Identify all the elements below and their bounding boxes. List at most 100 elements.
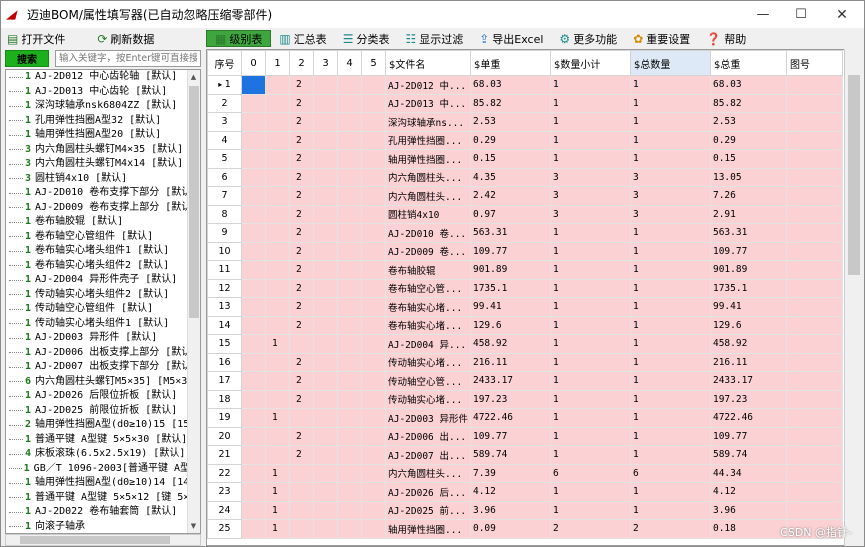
level-cell[interactable] [265,241,290,261]
level-cell[interactable] [313,482,338,502]
unit-weight-cell[interactable]: 0.97 [469,204,551,224]
tree-scroll-thumb[interactable] [189,86,199,318]
level-cell[interactable] [241,297,266,317]
level-cell[interactable] [337,204,362,224]
table-row[interactable]: 15 1 AJ-2D004 异... 458.92 1 1 458.92 [207,334,843,354]
total-weight-cell[interactable]: 109.77 [709,426,787,446]
level-cell[interactable] [361,352,386,372]
unit-weight-cell[interactable]: 458.92 [469,334,551,354]
quantity-subtotal-cell[interactable]: 1 [549,389,631,409]
drawing-number-cell[interactable] [785,204,843,224]
drawing-number-cell[interactable] [785,75,843,95]
unit-weight-cell[interactable]: 7.39 [469,463,551,483]
column-header[interactable]: $总数量 [629,50,711,76]
level-cell[interactable] [241,260,266,280]
quantity-subtotal-cell[interactable]: 1 [549,334,631,354]
filename-cell[interactable]: AJ-2D025 前... [385,500,471,520]
level-cell[interactable] [313,241,338,261]
level-cell[interactable] [265,260,290,280]
total-weight-cell[interactable]: 0.15 [709,149,787,169]
total-weight-cell[interactable]: 99.41 [709,297,787,317]
total-quantity-cell[interactable]: 1 [629,278,711,298]
level-cell[interactable] [337,223,362,243]
level-cell[interactable] [337,186,362,206]
level-cell[interactable] [265,186,290,206]
level-cell[interactable] [313,149,338,169]
level-cell[interactable] [361,186,386,206]
level-cell[interactable] [361,482,386,502]
drawing-number-cell[interactable] [785,93,843,113]
row-number-cell[interactable]: 7 [207,186,242,206]
level-cell[interactable] [313,519,338,539]
level-cell[interactable] [361,426,386,446]
tree-item[interactable]: 3 内六角圆柱头螺钉M4x14 [默认] [6,157,200,172]
total-weight-cell[interactable]: 44.34 [709,463,787,483]
column-header[interactable]: $文件名 [385,50,471,76]
table-row[interactable]: 18 2 传动轴实心堵... 197.23 1 1 197.23 [207,389,843,409]
level-cell[interactable] [265,315,290,335]
level-cell[interactable] [241,389,266,409]
filename-cell[interactable]: AJ-2D004 异... [385,334,471,354]
total-weight-cell[interactable]: 458.92 [709,334,787,354]
scroll-up-icon[interactable]: ▲ [187,70,200,84]
total-weight-cell[interactable]: 589.74 [709,445,787,465]
table-row[interactable]: 14 2 卷布轴实心堵... 129.6 1 1 129.6 [207,315,843,335]
tree-item[interactable]: 1 GB／T 1096-2003[普通平键 A型键 [6,462,200,477]
row-number-cell[interactable]: 19 [207,408,242,428]
level-cell[interactable]: 2 [289,278,314,298]
toolbar-button-0[interactable]: ▦ 级别表 [206,30,272,47]
drawing-number-cell[interactable] [785,389,843,409]
level-cell[interactable] [361,260,386,280]
tree-item[interactable]: 3 圆柱销4x10 [默认] [6,172,200,187]
quantity-subtotal-cell[interactable]: 1 [549,75,631,95]
tree-item[interactable]: 1 AJ-2D013 中心齿轮 [默认] [6,85,200,100]
column-header[interactable]: 序号 [207,50,242,76]
level-cell[interactable] [337,130,362,150]
level-cell[interactable] [265,297,290,317]
level-cell[interactable] [361,500,386,520]
table-row[interactable]: 5 2 轴用弹性挡圈... 0.15 1 1 0.15 [207,149,843,169]
level-cell[interactable]: 2 [289,204,314,224]
drawing-number-cell[interactable] [785,426,843,446]
row-number-cell[interactable]: 22 [207,463,242,483]
level-cell[interactable] [361,112,386,132]
level-cell[interactable]: 1 [265,463,290,483]
total-quantity-cell[interactable]: 3 [629,186,711,206]
filename-cell[interactable]: 孔用弹性挡圈... [385,130,471,150]
total-weight-cell[interactable]: 901.89 [709,260,787,280]
toolbar-button-5[interactable]: ⚙ 更多功能 [551,30,625,47]
toolbar-button-1[interactable]: ▥ 汇总表 [271,30,334,47]
total-quantity-cell[interactable]: 1 [629,445,711,465]
level-cell[interactable] [241,371,266,391]
column-header[interactable]: $总重 [709,50,787,76]
quantity-subtotal-cell[interactable]: 1 [549,500,631,520]
table-row[interactable]: 25 1 轴用弹性挡圈... 0.09 2 2 0.18 [207,519,843,539]
tree-item[interactable]: 1 AJ-2D026 后限位折板 [默认] [6,389,200,404]
level-cell[interactable] [241,445,266,465]
level-cell[interactable]: 2 [289,93,314,113]
filename-cell[interactable]: 深沟球轴承ns... [385,112,471,132]
level-cell[interactable]: 2 [289,112,314,132]
level-cell[interactable] [289,334,314,354]
total-weight-cell[interactable]: 0.29 [709,130,787,150]
total-quantity-cell[interactable]: 2 [629,519,711,539]
tree-item[interactable]: 1 AJ-2D012 中心齿轮轴 [默认] [6,70,200,85]
filename-cell[interactable]: AJ-2D006 出... [385,426,471,446]
level-cell[interactable] [337,408,362,428]
drawing-number-cell[interactable] [785,278,843,298]
tree-item[interactable]: 1 传动轴空心管组件 [默认] [6,302,200,317]
total-weight-cell[interactable]: 7.26 [709,186,787,206]
level-cell[interactable] [313,408,338,428]
row-number-cell[interactable]: 25 [207,519,242,539]
level-cell[interactable] [241,93,266,113]
table-row[interactable]: 4 2 孔用弹性挡圈... 0.29 1 1 0.29 [207,130,843,150]
level-cell[interactable] [361,167,386,187]
table-row[interactable]: 13 2 卷布轴实心堵... 99.41 1 1 99.41 [207,297,843,317]
table-row[interactable]: 16 2 传动轴实心堵... 216.11 1 1 216.11 [207,352,843,372]
row-number-cell[interactable]: 20 [207,426,242,446]
toolbar-button-6[interactable]: ✿ 重要设置 [625,30,698,47]
column-header[interactable]: 图号 [785,50,843,76]
level-cell[interactable] [337,519,362,539]
quantity-subtotal-cell[interactable]: 3 [549,186,631,206]
level-cell[interactable] [241,500,266,520]
